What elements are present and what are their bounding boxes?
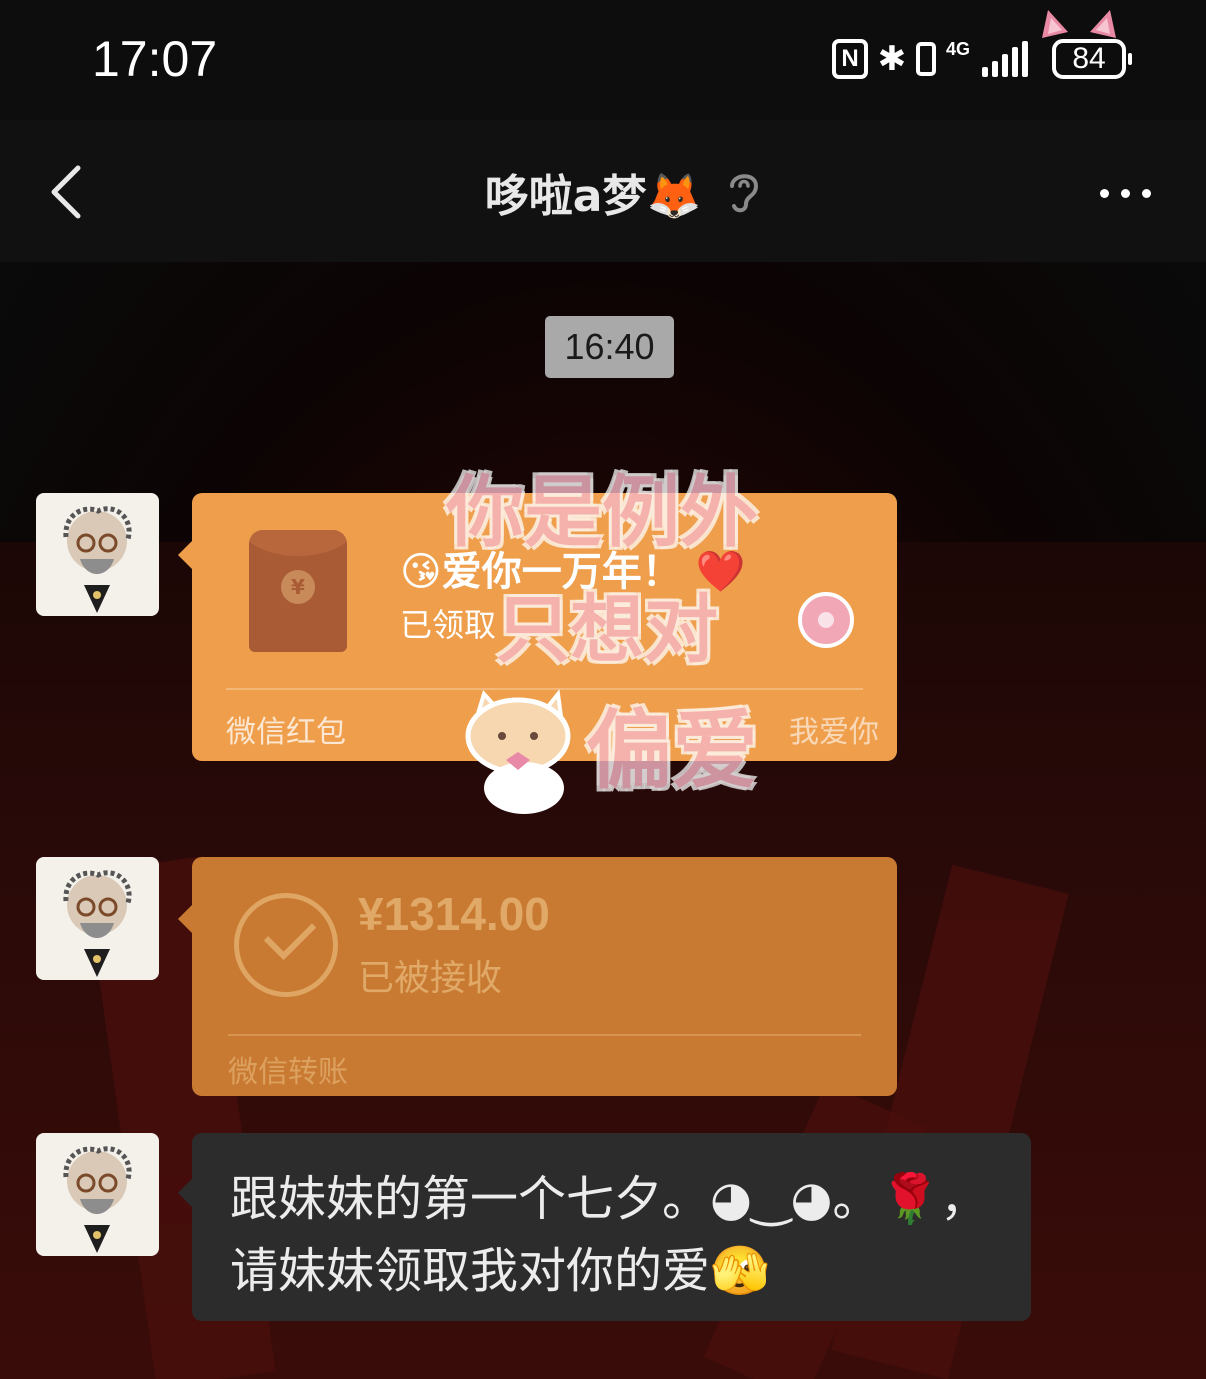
transfer-status: 已被接收 xyxy=(358,958,503,999)
message-timestamp: 16:40 xyxy=(545,316,674,378)
red-packet-label: 微信红包 xyxy=(226,715,346,750)
status-bar: 17:07 N ✱ 4G 84 xyxy=(0,0,1206,120)
status-icons: N ✱ 4G 84 xyxy=(831,36,1132,82)
bubble-tail xyxy=(178,1179,192,1207)
nfc-icon: N xyxy=(831,39,868,79)
bubble-tail xyxy=(178,541,192,569)
sender-avatar[interactable] xyxy=(36,1133,159,1256)
divider xyxy=(228,1034,861,1036)
text-message[interactable]: 跟妹妹的第一个七夕。◕‿◕。🌹， 请妹妹领取我对你的爱🫣 xyxy=(178,1133,1031,1321)
more-options-button[interactable] xyxy=(1100,180,1170,206)
red-packet-status: 已领取 xyxy=(400,606,497,644)
earpiece-mode-icon xyxy=(730,174,759,213)
divider xyxy=(226,688,863,690)
red-packet-greeting: 😘爱你一万年！ ❤️ xyxy=(400,549,746,595)
signal-icon xyxy=(982,41,1028,77)
transfer-message[interactable]: ¥1314.00 已被接收 微信转账 xyxy=(178,857,897,1096)
check-circle-icon xyxy=(234,893,338,997)
vibrate-icon xyxy=(915,42,936,76)
battery-level: 84 xyxy=(1072,42,1106,75)
red-packet-message[interactable]: ¥ 😘爱你一万年！ ❤️ 已领取 微信红包 我爱你 xyxy=(178,493,897,761)
sender-avatar[interactable] xyxy=(36,493,159,616)
message-text-line: 请妹妹领取我对你的爱🫣 xyxy=(230,1243,770,1299)
battery-icon: 84 xyxy=(1052,39,1132,79)
bluetooth-icon: ✱ xyxy=(877,39,907,79)
message-text-line: 跟妹妹的第一个七夕。◕‿◕。🌹， xyxy=(230,1171,989,1227)
red-packet-note: 我爱你 xyxy=(789,715,879,750)
bubble-tail xyxy=(178,905,192,933)
network-type: 4G xyxy=(945,39,970,59)
transfer-amount: ¥1314.00 xyxy=(358,888,550,940)
sender-avatar[interactable] xyxy=(36,857,159,980)
chat-title: 哆啦a梦🦊 xyxy=(484,171,702,222)
transfer-label: 微信转账 xyxy=(228,1055,348,1090)
red-envelope-icon: ¥ xyxy=(249,530,347,652)
status-time: 17:07 xyxy=(92,31,218,87)
